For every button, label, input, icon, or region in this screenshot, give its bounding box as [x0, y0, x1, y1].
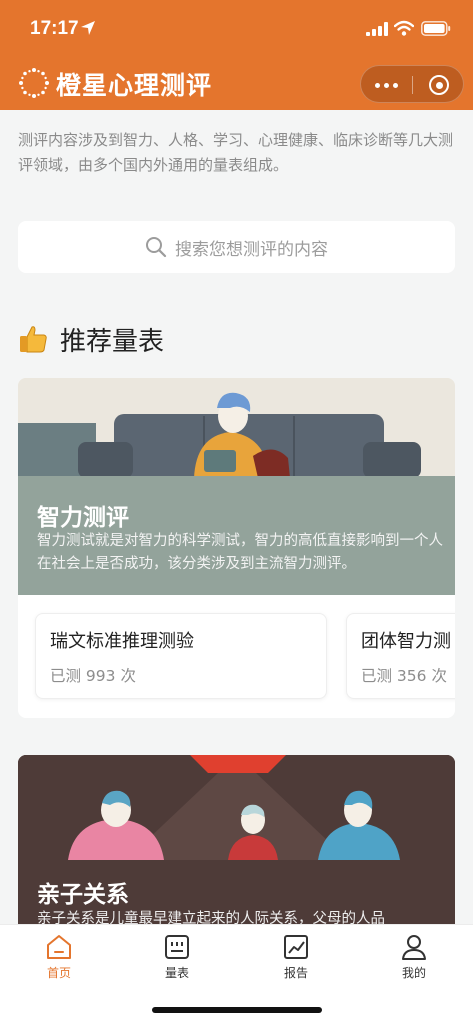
- reading-person-illustration: [18, 378, 455, 478]
- tab-home[interactable]: 首页: [19, 933, 99, 985]
- cellular-signal-icon: [366, 22, 388, 36]
- app-logo-icon: [19, 68, 49, 98]
- section-header: 推荐量表: [18, 321, 164, 357]
- search-bar[interactable]: 搜索您想测评的内容: [18, 221, 455, 273]
- more-dot-icon: [384, 82, 389, 88]
- target-close-icon: [429, 75, 449, 95]
- intro-text: 测评内容涉及到智力、人格、学习、心理健康、临床诊断等几大测评领域，由多个国内外通…: [18, 131, 454, 174]
- scale-carousel[interactable]: 瑞文标准推理测验 已测 993 次 团体智力测 已测 356 次: [18, 595, 455, 718]
- family-illustration: [18, 755, 455, 860]
- status-bar: 17:17: [0, 0, 473, 56]
- profile-icon: [402, 935, 426, 960]
- tab-label: 我的: [401, 966, 426, 980]
- home-icon: [47, 935, 71, 959]
- more-dot-icon: [375, 82, 380, 88]
- scale-test-count: 已测 993 次: [50, 667, 136, 685]
- miniprogram-capsule: [360, 65, 464, 103]
- scale-card[interactable]: 瑞文标准推理测验 已测 993 次: [35, 613, 327, 699]
- category-card-intelligence[interactable]: 智力测评 智力测试就是对智力的科学测试，智力的高低直接影响到一个人在社会上是否成…: [18, 378, 455, 718]
- scale-test-count: 已测 356 次: [361, 667, 447, 685]
- tab-label: 量表: [164, 966, 189, 980]
- tab-reports[interactable]: 报告: [256, 933, 336, 985]
- category-banner[interactable]: 智力测评 智力测试就是对智力的科学测试，智力的高低直接影响到一个人在社会上是否成…: [18, 378, 455, 595]
- app-header: 17:17 橙星心理测评: [0, 0, 473, 110]
- tab-label: 首页: [46, 966, 71, 980]
- tab-scales[interactable]: 量表: [137, 933, 217, 985]
- tab-label: 报告: [283, 966, 308, 980]
- status-time: 17:17: [30, 18, 79, 39]
- more-dot-icon: [393, 82, 398, 88]
- scale-name: 团体智力测: [361, 631, 451, 652]
- more-menu-button[interactable]: [361, 66, 412, 104]
- battery-icon: [421, 21, 451, 36]
- thumbs-up-icon: [20, 326, 47, 353]
- tab-profile[interactable]: 我的: [374, 933, 454, 985]
- wifi-icon: [394, 20, 414, 36]
- scale-name: 瑞文标准推理测验: [50, 631, 194, 652]
- report-chart-icon: [284, 935, 308, 959]
- app-title: 橙星心理测评: [56, 71, 213, 100]
- location-arrow-icon: [81, 21, 95, 35]
- category-title: 亲子关系: [37, 882, 129, 908]
- scale-card[interactable]: 团体智力测 已测 356 次: [346, 613, 455, 699]
- search-icon: [146, 237, 167, 258]
- close-miniprogram-button[interactable]: [413, 66, 465, 104]
- category-title: 智力测评: [37, 505, 129, 531]
- home-indicator: [152, 1007, 322, 1013]
- search-placeholder: 搜索您想测评的内容: [175, 239, 328, 260]
- section-title: 推荐量表: [60, 326, 165, 357]
- scale-list-icon: [165, 935, 189, 959]
- category-description: 智力测试就是对智力的科学测试，智力的高低直接影响到一个人在社会上是否成功，该分类…: [37, 533, 443, 572]
